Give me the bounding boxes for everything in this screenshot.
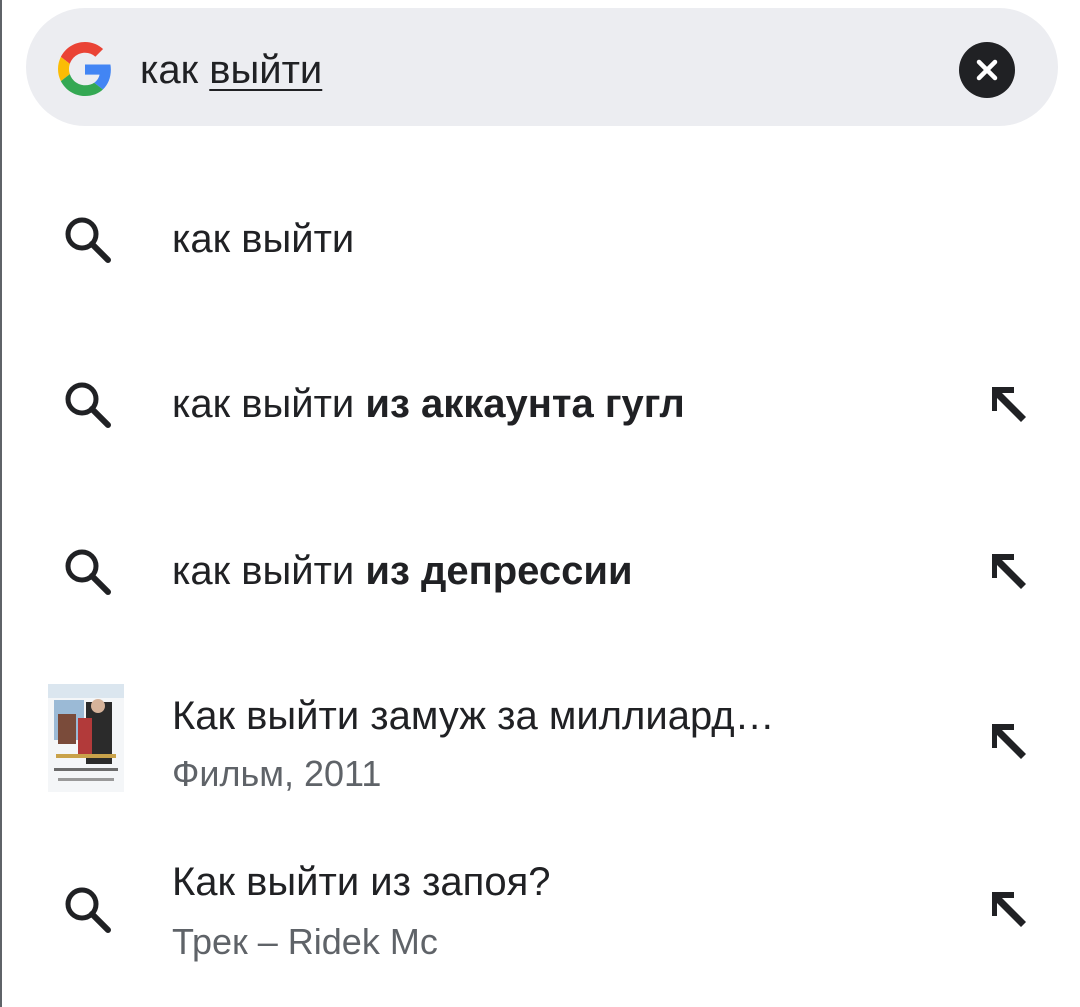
- suggestion-row-movie[interactable]: Как выйти замуж за миллиард… Фильм, 2011: [2, 672, 1080, 812]
- suggestion-title: Как выйти замуж за миллиард…: [172, 694, 775, 738]
- fill-query-arrow-icon[interactable]: [984, 381, 1032, 429]
- suggestion-row[interactable]: как выйти: [2, 180, 1080, 300]
- movie-poster-thumbnail: [48, 684, 124, 792]
- suggestion-text: как выйти из аккаунта гугл: [172, 382, 685, 426]
- composing-text: выйти: [209, 48, 323, 92]
- suggestion-row[interactable]: как выйти из аккаунта гугл: [2, 345, 1080, 465]
- suggestion-row-track[interactable]: Как выйти из запоя? Трек – Ridek Mc: [2, 840, 1080, 980]
- search-icon: [65, 549, 111, 595]
- suggestion-subtitle: Фильм, 2011: [172, 753, 382, 794]
- search-input[interactable]: как выйти: [140, 46, 322, 94]
- fill-query-arrow-icon[interactable]: [984, 886, 1032, 934]
- google-g-icon: [58, 42, 111, 96]
- suggestion-subtitle: Трек – Ridek Mc: [172, 921, 438, 962]
- suggestion-text: как выйти: [172, 217, 355, 261]
- search-icon: [65, 887, 111, 933]
- close-icon: [976, 59, 998, 81]
- clear-button[interactable]: [959, 42, 1015, 98]
- search-icon: [65, 382, 111, 428]
- search-icon: [65, 217, 111, 263]
- suggestion-title: Как выйти из запоя?: [172, 860, 551, 904]
- suggestion-text: как выйти из депрессии: [172, 549, 633, 593]
- search-bar[interactable]: как выйти: [26, 8, 1058, 126]
- typed-text: как: [140, 48, 210, 92]
- suggestion-row[interactable]: как выйти из депрессии: [2, 512, 1080, 632]
- fill-query-arrow-icon[interactable]: [984, 718, 1032, 766]
- search-screen: как выйти как выйти как выйти из аккаунт…: [0, 0, 1080, 1007]
- fill-query-arrow-icon[interactable]: [984, 548, 1032, 596]
